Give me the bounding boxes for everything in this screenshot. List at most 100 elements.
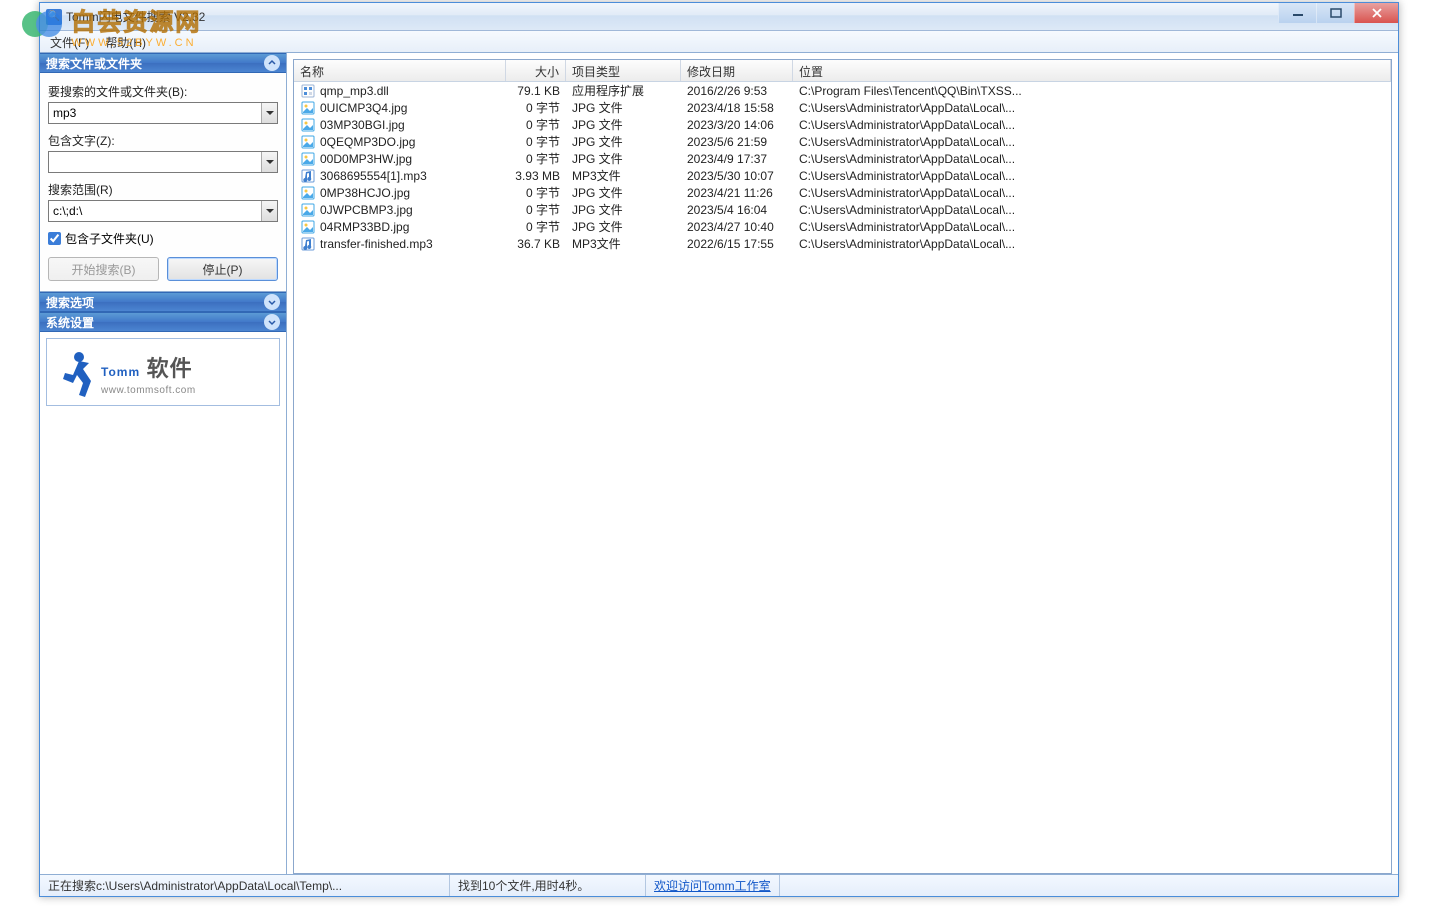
- table-row[interactable]: 0UICMP3Q4.jpg 0 字节JPG 文件2023/4/18 15:58C:…: [294, 99, 1391, 116]
- file-type: JPG 文件: [566, 133, 681, 150]
- col-name[interactable]: 名称: [294, 60, 506, 81]
- file-size: 0 字节: [506, 116, 566, 133]
- table-row[interactable]: qmp_mp3.dll79.1 KB应用程序扩展2016/2/26 9:53C:…: [294, 82, 1391, 99]
- file-location: C:\Users\Administrator\AppData\Local\...: [793, 101, 1391, 115]
- file-size: 0 字节: [506, 184, 566, 201]
- file-type: JPG 文件: [566, 116, 681, 133]
- jpg-file-icon: [300, 100, 316, 116]
- table-row[interactable]: 00D0MP3HW.jpg0 字节JPG 文件2023/4/9 17:37C:\…: [294, 150, 1391, 167]
- table-row[interactable]: transfer-finished.mp336.7 KBMP3文件2022/6/…: [294, 235, 1391, 252]
- file-date: 2023/4/18 15:58: [681, 101, 793, 115]
- window-title: Tomm闪电文件搜索 V2.32: [66, 8, 205, 25]
- scope-input[interactable]: [49, 201, 261, 221]
- file-date: 2023/4/9 17:37: [681, 152, 793, 166]
- panel-search-title: 搜索文件或文件夹: [46, 55, 142, 72]
- file-name: 03MP30BGI.jpg: [320, 118, 405, 132]
- file-size: 79.1 KB: [506, 84, 566, 98]
- label-contains: 包含文字(Z):: [48, 132, 278, 149]
- contains-combo[interactable]: [48, 151, 278, 173]
- results-listview[interactable]: 名称 大小 项目类型 修改日期 位置 qmp_mp3.dll79.1 KB应用程…: [293, 59, 1392, 874]
- file-name: 3068695554[1].mp3: [320, 169, 427, 183]
- file-size: 0 字节: [506, 218, 566, 235]
- close-button[interactable]: [1354, 3, 1398, 23]
- contains-dropdown-icon[interactable]: [261, 152, 277, 172]
- dll-file-icon: [300, 83, 316, 99]
- file-date: 2023/4/27 10:40: [681, 220, 793, 234]
- table-row[interactable]: 04RMP33BD.jpg 0 字节JPG 文件2023/4/27 10:40C:…: [294, 218, 1391, 235]
- file-size: 0 字节: [506, 150, 566, 167]
- file-size: 3.93 MB: [506, 169, 566, 183]
- maximize-button[interactable]: [1316, 3, 1354, 23]
- col-type[interactable]: 项目类型: [566, 60, 681, 81]
- col-date[interactable]: 修改日期: [681, 60, 793, 81]
- status-link-seg: 欢迎访问Tomm工作室: [646, 875, 780, 896]
- listview-body[interactable]: qmp_mp3.dll79.1 KB应用程序扩展2016/2/26 9:53C:…: [294, 82, 1391, 873]
- titlebar[interactable]: Tomm闪电文件搜索 V2.32: [40, 3, 1398, 31]
- menubar: 文件(F) 帮助(H): [40, 31, 1398, 53]
- jpg-file-icon: [300, 134, 316, 150]
- file-type: MP3文件: [566, 167, 681, 184]
- target-combo[interactable]: [48, 102, 278, 124]
- panel-options-header[interactable]: 搜索选项: [40, 292, 286, 312]
- results-pane: 名称 大小 项目类型 修改日期 位置 qmp_mp3.dll79.1 KB应用程…: [287, 53, 1398, 874]
- sidebar: 搜索文件或文件夹 要搜索的文件或文件夹(B): 包含文字(Z): 搜索范围(R): [40, 53, 287, 874]
- file-date: 2023/5/30 10:07: [681, 169, 793, 183]
- col-location[interactable]: 位置: [793, 60, 1391, 81]
- label-target: 要搜索的文件或文件夹(B):: [48, 83, 278, 100]
- file-name: 0QEQMP3DO.jpg: [320, 135, 415, 149]
- table-row[interactable]: 3068695554[1].mp3 3.93 MBMP3文件2023/5/30 1…: [294, 167, 1391, 184]
- jpg-file-icon: [300, 151, 316, 167]
- file-type: JPG 文件: [566, 99, 681, 116]
- col-size[interactable]: 大小: [506, 60, 566, 81]
- menu-file[interactable]: 文件(F): [42, 31, 97, 52]
- content-area: 搜索文件或文件夹 要搜索的文件或文件夹(B): 包含文字(Z): 搜索范围(R): [40, 53, 1398, 874]
- status-left: 正在搜索c:\Users\Administrator\AppData\Local…: [40, 875, 450, 896]
- file-size: 0 字节: [506, 99, 566, 116]
- panel-system-header[interactable]: 系统设置: [40, 312, 286, 332]
- target-input[interactable]: [49, 103, 261, 123]
- subfolders-checkbox[interactable]: [48, 232, 61, 245]
- panel-options-title: 搜索选项: [46, 294, 94, 311]
- file-type: JPG 文件: [566, 201, 681, 218]
- file-name: 0MP38HCJO.jpg: [320, 186, 410, 200]
- file-location: C:\Users\Administrator\AppData\Local\...: [793, 169, 1391, 183]
- scope-dropdown-icon[interactable]: [261, 201, 277, 221]
- file-type: MP3文件: [566, 235, 681, 252]
- scope-combo[interactable]: [48, 200, 278, 222]
- status-link[interactable]: 欢迎访问Tomm工作室: [654, 877, 771, 894]
- file-type: JPG 文件: [566, 184, 681, 201]
- file-date: 2016/2/26 9:53: [681, 84, 793, 98]
- jpg-file-icon: [300, 219, 316, 235]
- file-date: 2023/3/20 14:06: [681, 118, 793, 132]
- listview-header[interactable]: 名称 大小 项目类型 修改日期 位置: [294, 60, 1391, 82]
- jpg-file-icon: [300, 185, 316, 201]
- stop-button[interactable]: 停止(P): [167, 257, 278, 281]
- file-name: qmp_mp3.dll: [320, 84, 389, 98]
- file-name: 0JWPCBMP3.jpg: [320, 203, 413, 217]
- file-type: JPG 文件: [566, 150, 681, 167]
- file-name: 04RMP33BD.jpg: [320, 220, 409, 234]
- menu-help[interactable]: 帮助(H): [97, 31, 154, 52]
- start-search-button[interactable]: 开始搜索(B): [48, 257, 159, 281]
- table-row[interactable]: 0QEQMP3DO.jpg0 字节JPG 文件2023/5/6 21:59C:\…: [294, 133, 1391, 150]
- statusbar: 正在搜索c:\Users\Administrator\AppData\Local…: [40, 874, 1398, 896]
- brand-box: Tomm 软件 www.tommsoft.com: [46, 338, 280, 406]
- file-name: 0UICMP3Q4.jpg: [320, 101, 407, 115]
- file-location: C:\Users\Administrator\AppData\Local\...: [793, 237, 1391, 251]
- table-row[interactable]: 03MP30BGI.jpg 0 字节JPG 文件2023/3/20 14:06C:…: [294, 116, 1391, 133]
- file-location: C:\Users\Administrator\AppData\Local\...: [793, 220, 1391, 234]
- table-row[interactable]: 0MP38HCJO.jpg0 字节JPG 文件2023/4/21 11:26C:…: [294, 184, 1391, 201]
- subfolders-row[interactable]: 包含子文件夹(U): [48, 230, 278, 247]
- file-size: 36.7 KB: [506, 237, 566, 251]
- mp3-file-icon: [300, 168, 316, 184]
- file-name: 00D0MP3HW.jpg: [320, 152, 412, 166]
- panel-search-body: 要搜索的文件或文件夹(B): 包含文字(Z): 搜索范围(R): [40, 73, 286, 292]
- target-dropdown-icon[interactable]: [261, 103, 277, 123]
- file-location: C:\Users\Administrator\AppData\Local\...: [793, 118, 1391, 132]
- file-location: C:\Users\Administrator\AppData\Local\...: [793, 135, 1391, 149]
- file-type: JPG 文件: [566, 218, 681, 235]
- minimize-button[interactable]: [1278, 3, 1316, 23]
- table-row[interactable]: 0JWPCBMP3.jpg0 字节JPG 文件2023/5/4 16:04C:\…: [294, 201, 1391, 218]
- contains-input[interactable]: [49, 152, 261, 172]
- panel-search-header[interactable]: 搜索文件或文件夹: [40, 53, 286, 73]
